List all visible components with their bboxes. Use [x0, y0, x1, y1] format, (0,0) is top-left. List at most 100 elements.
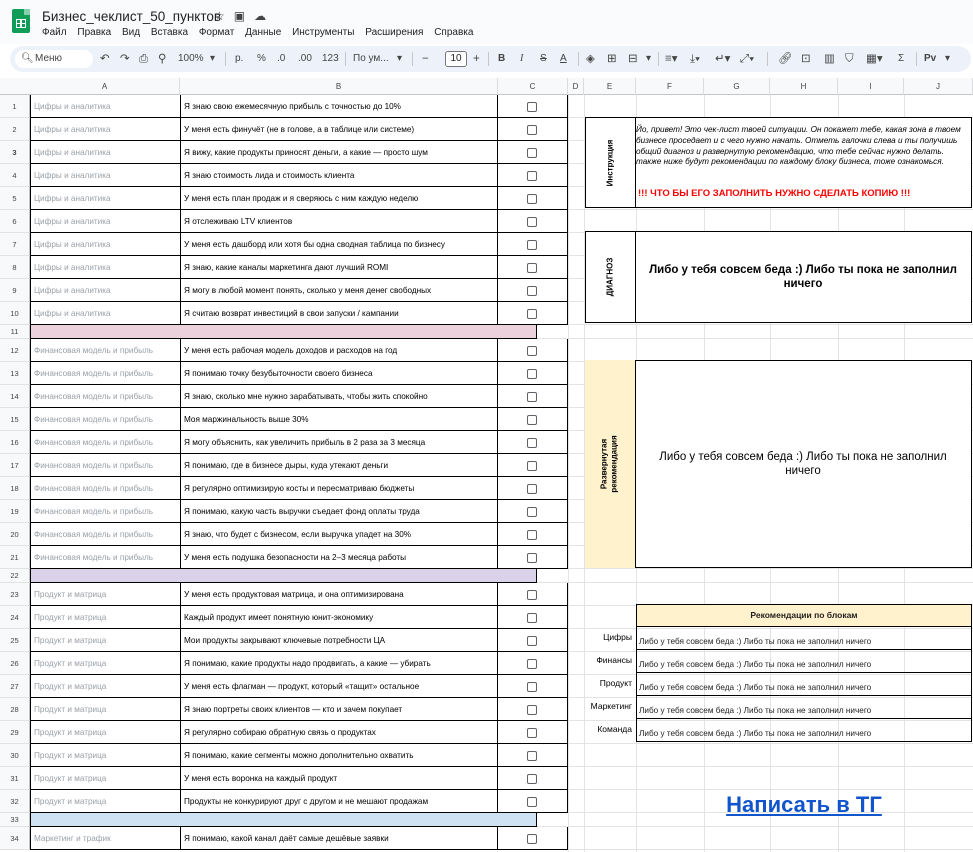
row-header[interactable]: 20	[0, 523, 30, 546]
checklist-item-cell[interactable]: У меня есть подушка безопасности на 2–3 …	[180, 546, 498, 569]
checklist-item-cell[interactable]: Я понимаю, где в бизнесе дыры, куда утек…	[180, 454, 498, 477]
category-cell[interactable]: Финансовая модель и прибыль	[30, 500, 180, 523]
checkbox[interactable]	[527, 529, 537, 540]
section-separator[interactable]	[30, 569, 537, 583]
category-cell[interactable]: Цифры и аналитика	[30, 164, 180, 187]
category-cell[interactable]: Финансовая модель и прибыль	[30, 408, 180, 431]
checklist-item-cell[interactable]: Я знаю, какие каналы маркетинга дают луч…	[180, 256, 498, 279]
checklist-item-cell[interactable]: Каждый продукт имеет понятную юнит-эконо…	[180, 606, 498, 629]
row-header[interactable]: 21	[0, 546, 30, 569]
category-cell[interactable]: Финансовая модель и прибыль	[30, 339, 180, 362]
row-header[interactable]: 12	[0, 339, 30, 362]
font-size-input[interactable]: 10	[445, 51, 467, 67]
category-cell[interactable]: Цифры и аналитика	[30, 256, 180, 279]
menu-insert[interactable]: Вставка	[151, 27, 188, 38]
checklist-item-cell[interactable]: Я могу в любой момент понять, сколько у …	[180, 279, 498, 302]
menu-edit[interactable]: Правка	[77, 27, 111, 38]
checkbox[interactable]	[527, 437, 537, 448]
category-cell[interactable]: Финансовая модель и прибыль	[30, 454, 180, 477]
checkbox[interactable]	[527, 773, 537, 784]
category-cell[interactable]: Цифры и аналитика	[30, 279, 180, 302]
text-wrap-icon[interactable]: ↵▾	[715, 46, 730, 72]
category-cell[interactable]: Финансовая модель и прибыль	[30, 523, 180, 546]
category-cell[interactable]: Продукт и матрица	[30, 629, 180, 652]
checklist-item-cell[interactable]: Я регулярно оптимизирую косты и пересмат…	[180, 477, 498, 500]
menu-search-input[interactable]: 🔍︎ Меню	[15, 50, 93, 68]
column-header-f[interactable]: F	[636, 78, 704, 95]
category-cell[interactable]: Цифры и аналитика	[30, 210, 180, 233]
checkbox[interactable]	[527, 414, 537, 425]
row-header[interactable]: 34	[0, 827, 30, 850]
sheets-logo-icon[interactable]	[12, 9, 30, 33]
checklist-item-cell[interactable]: Я понимаю, какую часть выручки съедает ф…	[180, 500, 498, 523]
document-title[interactable]: Бизнес_чеклист_50_пунктов	[42, 9, 221, 24]
row-header[interactable]: 1	[0, 95, 30, 118]
percent-format-button[interactable]: %	[257, 46, 266, 72]
checklist-item-cell[interactable]: У меня есть флагман — продукт, который «…	[180, 675, 498, 698]
filter-views-icon[interactable]: ▦▾	[866, 46, 883, 72]
row-header[interactable]: 17	[0, 454, 30, 477]
checklist-item-cell[interactable]: У меня есть дашборд или хотя бы одна сво…	[180, 233, 498, 256]
chevron-down-icon[interactable]: ▾	[397, 46, 402, 72]
category-cell[interactable]: Продукт и матрица	[30, 583, 180, 606]
column-header-c[interactable]: C	[498, 78, 568, 95]
checklist-item-cell[interactable]: Я вижу, какие продукты приносят деньги, …	[180, 141, 498, 164]
column-header-i[interactable]: I	[838, 78, 904, 95]
checkbox[interactable]	[527, 750, 537, 761]
checkbox[interactable]	[527, 460, 537, 471]
row-header[interactable]: 2	[0, 118, 30, 141]
category-cell[interactable]: Продукт и матрица	[30, 675, 180, 698]
row-header[interactable]: 10	[0, 302, 30, 325]
zoom-select[interactable]: 100%	[178, 46, 204, 72]
menu-file[interactable]: Файл	[42, 27, 67, 38]
checklist-item-cell[interactable]: Я знаю свою ежемесячную прибыль с точнос…	[180, 95, 498, 118]
column-header-a[interactable]: A	[30, 78, 180, 95]
text-rotation-icon[interactable]: ⤢▾	[740, 46, 754, 72]
checkbox[interactable]	[527, 101, 537, 112]
checkbox[interactable]	[527, 308, 537, 319]
menu-format[interactable]: Формат	[199, 27, 235, 38]
category-cell[interactable]: Цифры и аналитика	[30, 95, 180, 118]
row-header[interactable]: 5	[0, 187, 30, 210]
section-separator[interactable]	[30, 325, 537, 339]
category-cell[interactable]: Маркетинг и трафик	[30, 827, 180, 850]
checkbox[interactable]	[527, 262, 537, 273]
row-header[interactable]: 29	[0, 721, 30, 744]
checklist-item-cell[interactable]: Я знаю, сколько мне нужно зарабатывать, …	[180, 385, 498, 408]
checklist-item-cell[interactable]: Моя маржинальность выше 30%	[180, 408, 498, 431]
text-color-button[interactable]: A	[560, 46, 567, 72]
print-icon[interactable]: ⎙	[139, 46, 148, 72]
category-cell[interactable]: Продукт и матрица	[30, 698, 180, 721]
checkbox[interactable]	[527, 391, 537, 402]
category-cell[interactable]: Цифры и аналитика	[30, 141, 180, 164]
font-family-select[interactable]: По ум...	[353, 46, 389, 72]
category-cell[interactable]: Финансовая модель и прибыль	[30, 362, 180, 385]
row-header[interactable]: 28	[0, 698, 30, 721]
bold-button[interactable]: B	[498, 46, 505, 72]
telegram-link[interactable]: Написать в ТГ	[636, 792, 972, 818]
category-cell[interactable]: Цифры и аналитика	[30, 302, 180, 325]
row-header[interactable]: 22	[0, 569, 30, 583]
paint-format-icon[interactable]: ⚲	[158, 46, 166, 72]
row-header[interactable]: 4	[0, 164, 30, 187]
row-header[interactable]: 3	[0, 141, 30, 164]
row-header[interactable]: 30	[0, 744, 30, 767]
menu-data[interactable]: Данные	[245, 27, 281, 38]
row-header[interactable]: 19	[0, 500, 30, 523]
filter-icon[interactable]: ⛉	[845, 46, 854, 72]
category-cell[interactable]: Продукт и матрица	[30, 721, 180, 744]
checkbox[interactable]	[527, 170, 537, 181]
checkbox[interactable]	[527, 239, 537, 250]
category-cell[interactable]: Финансовая модель и прибыль	[30, 546, 180, 569]
row-header[interactable]: 13	[0, 362, 30, 385]
checklist-item-cell[interactable]: Я знаю стоимость лида и стоимость клиент…	[180, 164, 498, 187]
checklist-item-cell[interactable]: Я понимаю, какие сегменты можно дополнит…	[180, 744, 498, 767]
borders-icon[interactable]: ⊞	[607, 46, 617, 72]
checklist-item-cell[interactable]: У меня есть финучёт (не в голове, а в та…	[180, 118, 498, 141]
row-header[interactable]: 7	[0, 233, 30, 256]
increase-decimal-button[interactable]: .00	[298, 46, 312, 72]
checklist-item-cell[interactable]: Я знаю, что будет с бизнесом, если выруч…	[180, 523, 498, 546]
currency-format-button[interactable]: р.	[235, 46, 243, 72]
category-cell[interactable]: Цифры и аналитика	[30, 118, 180, 141]
row-header[interactable]: 11	[0, 325, 30, 339]
